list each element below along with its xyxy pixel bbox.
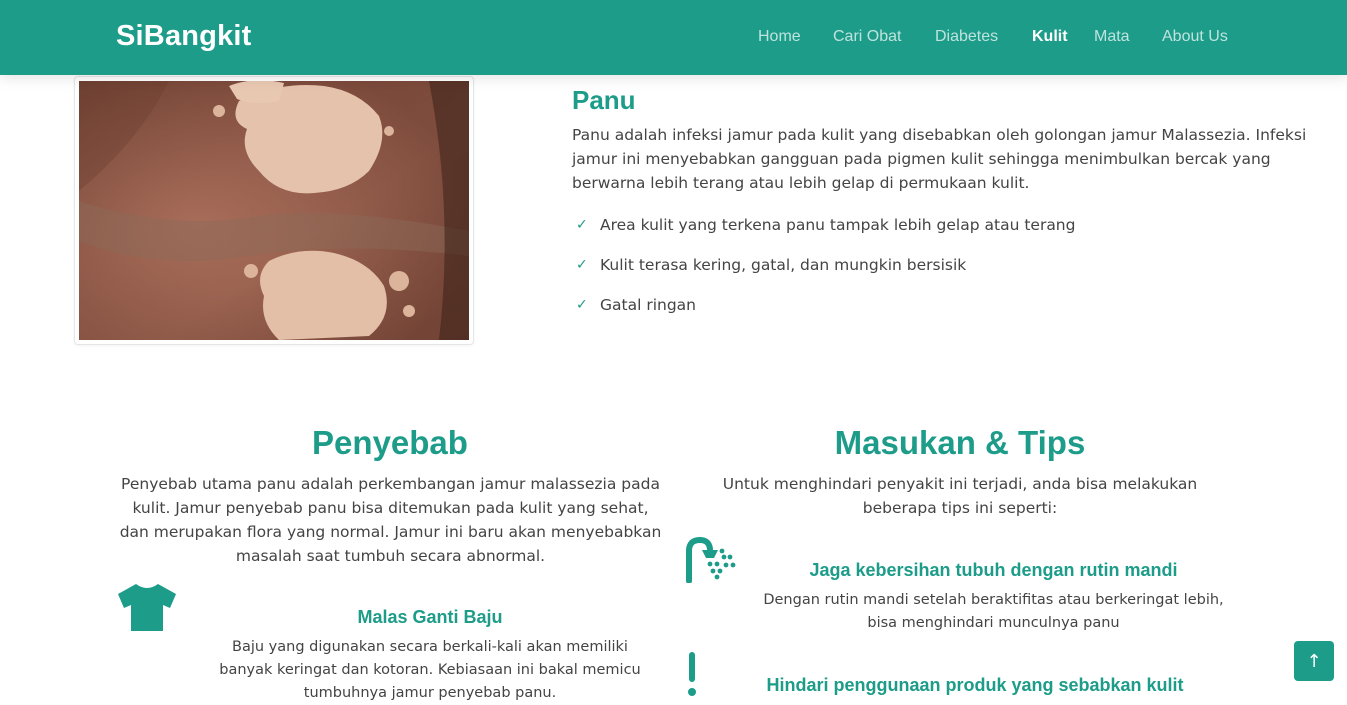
tips-description: Untuk menghindari penyakit ini terjadi, … <box>722 475 1198 517</box>
tips-item-title: Jaga kebersihan tubuh dengan rutin mandi <box>809 560 1178 580</box>
symptom-text: Area kulit yang terkena panu tampak lebi… <box>600 216 1076 234</box>
panu-description: Panu adalah infeksi jamur pada kulit yan… <box>572 126 1307 192</box>
shower-icon <box>684 536 738 587</box>
list-item: ✓ Area kulit yang terkena panu tampak le… <box>572 216 1075 256</box>
list-item: ✓ Gatal ringan <box>572 296 1075 336</box>
arrow-up-icon: ↑ <box>1306 650 1322 672</box>
panu-image-frame <box>74 76 474 345</box>
symptom-list: ✓ Area kulit yang terkena panu tampak le… <box>572 216 1075 336</box>
tips-item-description: Dengan rutin mandi setelah beraktifitas … <box>763 592 1224 631</box>
list-item: ✓ Kulit terasa kering, gatal, dan mungki… <box>572 256 1075 296</box>
penyebab-item-title: Malas Ganti Baju <box>357 607 503 627</box>
nav-item-cari-obat[interactable]: Cari Obat <box>833 28 901 46</box>
penyebab-description: Penyebab utama panu adalah perkembangan … <box>119 475 662 565</box>
header: SiBangkit Home Cari Obat Diabetes Kulit … <box>0 0 1347 75</box>
nav-item-kulit[interactable]: Kulit <box>1032 28 1068 46</box>
check-icon: ✓ <box>576 297 588 313</box>
tips-item-title: Hindari penggunaan produk yang sebabkan … <box>766 675 1184 695</box>
tshirt-icon <box>116 582 178 636</box>
nav-item-home[interactable]: Home <box>758 28 801 46</box>
symptom-text: Gatal ringan <box>600 296 696 314</box>
symptom-text: Kulit terasa kering, gatal, dan mungkin … <box>600 256 967 274</box>
back-to-top-button[interactable]: ↑ <box>1294 641 1334 681</box>
check-icon: ✓ <box>576 217 588 233</box>
penyebab-title: Penyebab <box>312 424 468 461</box>
nav-item-mata[interactable]: Mata <box>1094 28 1130 46</box>
tips-title: Masukan & Tips <box>834 424 1086 461</box>
site-logo[interactable]: SiBangkit <box>116 20 252 53</box>
exclamation-icon <box>686 652 698 702</box>
penyebab-item-description: Baju yang digunakan secara berkali-kali … <box>219 639 641 701</box>
nav-item-diabetes[interactable]: Diabetes <box>935 28 998 46</box>
panu-title: Panu <box>572 85 636 115</box>
check-icon: ✓ <box>576 257 588 273</box>
nav-item-about-us[interactable]: About Us <box>1162 28 1228 46</box>
panu-skin-photo <box>79 81 469 340</box>
